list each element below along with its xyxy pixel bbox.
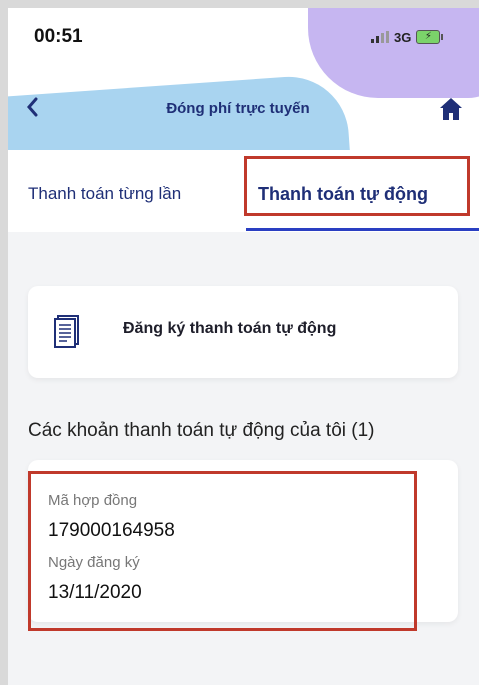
- register-auto-payment-button[interactable]: Đăng ký thanh toán tự động: [28, 286, 458, 378]
- back-arrow-icon: [27, 97, 38, 117]
- status-time: 00:51: [34, 26, 83, 47]
- section-title: Các khoản thanh toán tự động của tôi (1): [28, 420, 375, 441]
- battery-icon: ⚡: [416, 30, 444, 44]
- highlight-box-contract: [28, 471, 417, 631]
- home-button[interactable]: [438, 96, 464, 122]
- active-tab-indicator: [246, 228, 479, 231]
- signal-icon: [371, 31, 389, 43]
- highlight-box-tab: [244, 156, 470, 216]
- status-icons: 3G ⚡: [371, 28, 444, 46]
- phone-screen: 00:51 3G ⚡ Đóng phí trực tuyến Thanh toá…: [8, 8, 479, 685]
- back-button[interactable]: [24, 96, 48, 120]
- network-type: 3G: [394, 29, 412, 45]
- tab-one-time-payment[interactable]: Thanh toán từng lần: [28, 174, 181, 214]
- document-icon: [54, 315, 79, 348]
- home-icon: [440, 98, 462, 120]
- register-label: Đăng ký thanh toán tự động: [123, 320, 337, 337]
- page-title: Đóng phí trực tuyến: [166, 100, 310, 117]
